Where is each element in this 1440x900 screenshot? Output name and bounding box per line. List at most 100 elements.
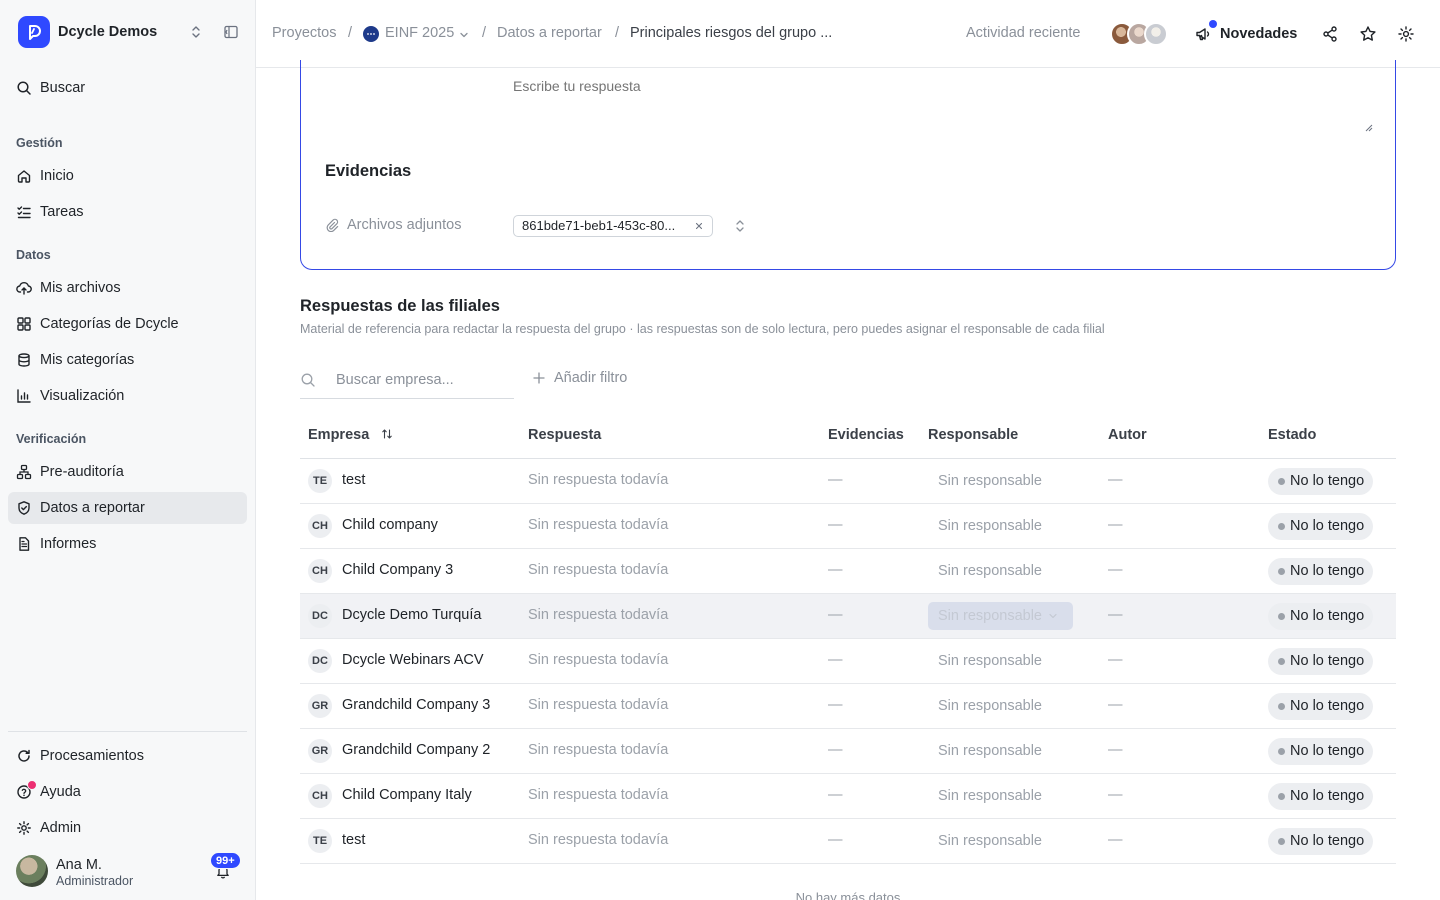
- remove-attachment-icon[interactable]: [693, 220, 705, 232]
- breadcrumb-separator: /: [348, 25, 353, 41]
- column-header-empresa[interactable]: Empresa: [308, 427, 393, 443]
- table-row[interactable]: CH Child company Sin respuesta todavía —…: [300, 504, 1396, 549]
- table-row[interactable]: GR Grandchild Company 3 Sin respuesta to…: [300, 684, 1396, 729]
- collaborators-avatars[interactable]: [1110, 22, 1170, 48]
- owner-select[interactable]: Sin responsable: [928, 737, 1073, 765]
- sidebar-divider: [8, 731, 247, 732]
- sidebar-item-pre-auditoria[interactable]: Pre-auditoría: [8, 456, 247, 488]
- table-row[interactable]: GR Grandchild Company 2 Sin respuesta to…: [300, 729, 1396, 774]
- status-badge[interactable]: No lo tengo: [1268, 738, 1374, 765]
- recent-activity-link[interactable]: Actividad reciente: [966, 25, 1080, 41]
- share-icon[interactable]: [1321, 25, 1339, 43]
- breadcrumb-datos[interactable]: Datos a reportar: [497, 25, 602, 41]
- resize-handle-icon[interactable]: [1365, 124, 1373, 132]
- status-badge[interactable]: No lo tengo: [1268, 558, 1374, 585]
- sidebar-item-datos-reportar[interactable]: Datos a reportar: [8, 492, 247, 524]
- status-badge[interactable]: No lo tengo: [1268, 693, 1374, 720]
- status-badge[interactable]: No lo tengo: [1268, 648, 1374, 675]
- news-label: Novedades: [1220, 26, 1298, 42]
- author-cell: —: [1108, 472, 1123, 488]
- answer-cell: Sin respuesta todavía: [528, 607, 669, 623]
- settings-icon[interactable]: [1397, 25, 1415, 43]
- answer-cell: Sin respuesta todavía: [528, 652, 669, 668]
- status-badge[interactable]: No lo tengo: [1268, 468, 1374, 495]
- column-header-estado: Estado: [1268, 427, 1317, 443]
- table-row[interactable]: DC Dcycle Webinars ACV Sin respuesta tod…: [300, 639, 1396, 684]
- status-dot: [1278, 478, 1285, 485]
- sidebar-item-visualizacion[interactable]: Visualización: [8, 380, 247, 412]
- workspace-switcher[interactable]: Dcycle Demos: [18, 16, 240, 48]
- sidebar-item-search[interactable]: Buscar: [8, 72, 247, 104]
- company-initials-avatar: CH: [308, 559, 332, 583]
- sidebar-item-ayuda[interactable]: Ayuda: [8, 776, 247, 808]
- evidences-cell: —: [828, 517, 843, 533]
- company-initials-avatar: GR: [308, 739, 332, 763]
- grid-icon: [16, 316, 32, 332]
- sidebar-item-mis-archivos[interactable]: Mis archivos: [8, 272, 247, 304]
- owner-select[interactable]: Sin responsable: [928, 512, 1073, 540]
- chevron-updown-icon[interactable]: [188, 24, 204, 40]
- owner-select[interactable]: Sin responsable: [928, 557, 1073, 585]
- evidences-cell: —: [828, 787, 843, 803]
- star-icon[interactable]: [1359, 25, 1377, 43]
- owner-select[interactable]: Sin responsable: [928, 647, 1073, 675]
- refresh-icon: [16, 748, 32, 764]
- sidebar-item-admin[interactable]: Admin: [8, 812, 247, 844]
- table-row[interactable]: CH Child Company 3 Sin respuesta todavía…: [300, 549, 1396, 594]
- sidebar-item-inicio[interactable]: Inicio: [8, 160, 247, 192]
- owner-select[interactable]: Sin responsable: [928, 782, 1073, 810]
- section-label-datos: Datos: [16, 248, 51, 262]
- chevron-down-icon[interactable]: [459, 30, 469, 40]
- status-label: No lo tengo: [1290, 608, 1365, 624]
- answer-textarea[interactable]: [513, 72, 1373, 136]
- company-search-input[interactable]: [336, 369, 506, 391]
- breadcrumb-separator: /: [615, 25, 620, 41]
- sidebar-item-label: Admin: [40, 820, 82, 836]
- sidebar-item-tareas[interactable]: Tareas: [8, 196, 247, 228]
- column-header-responsable: Responsable: [928, 427, 1019, 443]
- status-dot: [1278, 838, 1285, 845]
- subsidiaries-title: Respuestas de las filiales: [300, 297, 500, 315]
- table-row[interactable]: DC Dcycle Demo Turquía Sin respuesta tod…: [300, 594, 1396, 639]
- owner-select[interactable]: Sin responsable: [928, 692, 1073, 720]
- search-icon: [301, 373, 315, 387]
- chevron-updown-icon[interactable]: [732, 218, 748, 234]
- sidebar-item-informes[interactable]: Informes: [8, 528, 247, 560]
- breadcrumb-project[interactable]: EINF 2025: [385, 25, 454, 41]
- breadcrumb-proyectos[interactable]: Proyectos: [272, 25, 336, 41]
- company-name: test: [342, 832, 366, 848]
- evidences-cell: —: [828, 697, 843, 713]
- company-initials-avatar: CH: [308, 514, 332, 538]
- sidebar-item-categorias-dcycle[interactable]: Categorías de Dcycle: [8, 308, 247, 340]
- status-badge[interactable]: No lo tengo: [1268, 513, 1374, 540]
- status-badge[interactable]: No lo tengo: [1268, 783, 1374, 810]
- attachment-chip[interactable]: 861bde71-beb1-453c-80...: [513, 215, 713, 237]
- sort-icon[interactable]: [381, 428, 393, 440]
- news-button[interactable]: Novedades: [1194, 20, 1298, 44]
- workspace-logo-icon: [18, 16, 50, 48]
- author-cell: —: [1108, 562, 1123, 578]
- chevron-down-icon: [1049, 613, 1057, 619]
- table-row[interactable]: TE test Sin respuesta todavía — Sin resp…: [300, 819, 1396, 864]
- status-dot: [1278, 703, 1285, 710]
- company-name: Child company: [342, 517, 438, 533]
- sidebar-collapse-icon[interactable]: [223, 24, 239, 40]
- author-cell: —: [1108, 607, 1123, 623]
- owner-select[interactable]: Sin responsable: [928, 467, 1073, 495]
- shield-check-icon: [16, 500, 32, 516]
- owner-select[interactable]: Sin responsable: [928, 602, 1073, 630]
- evidences-cell: —: [828, 472, 843, 488]
- breadcrumb-separator: /: [482, 25, 487, 41]
- sidebar-item-mis-categorias[interactable]: Mis categorías: [8, 344, 247, 376]
- user-profile[interactable]: Ana M. Administrador 99+: [16, 852, 248, 889]
- table-row[interactable]: TE test Sin respuesta todavía — Sin resp…: [300, 459, 1396, 504]
- add-filter-button[interactable]: Añadir filtro: [532, 370, 627, 386]
- status-badge[interactable]: No lo tengo: [1268, 603, 1374, 630]
- company-search: [300, 362, 514, 399]
- company-name: Child Company Italy: [342, 787, 472, 803]
- owner-select[interactable]: Sin responsable: [928, 827, 1073, 855]
- company-name: Dcycle Demo Turquía: [342, 607, 482, 623]
- sidebar-item-procesamientos[interactable]: Procesamientos: [8, 740, 247, 772]
- table-row[interactable]: CH Child Company Italy Sin respuesta tod…: [300, 774, 1396, 819]
- status-badge[interactable]: No lo tengo: [1268, 828, 1374, 855]
